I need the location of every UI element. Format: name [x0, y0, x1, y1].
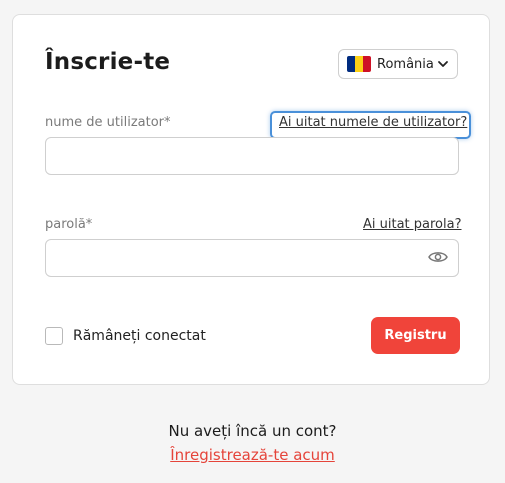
romania-flag-icon [347, 56, 371, 72]
password-input[interactable] [45, 239, 459, 277]
chevron-down-icon [438, 61, 448, 67]
login-card: Înscrie-te România nume de utilizator* A… [12, 14, 490, 385]
username-label: nume de utilizator* [45, 115, 171, 130]
language-select-value: România [377, 56, 434, 72]
language-select[interactable]: România [338, 49, 458, 79]
page-title: Înscrie-te [45, 49, 171, 75]
register-now-link[interactable]: Înregistrează-te acum [0, 446, 505, 464]
forgot-username-link[interactable]: Ai uitat numele de utilizator? [279, 115, 467, 130]
forgot-password-link[interactable]: Ai uitat parola? [363, 217, 462, 232]
no-account-text: Nu aveți încă un cont? [168, 422, 337, 440]
register-button[interactable]: Registru [371, 317, 460, 354]
username-input[interactable] [45, 137, 459, 175]
password-label: parolă* [45, 217, 93, 232]
remember-me-label: Rămâneți conectat [73, 328, 206, 344]
eye-icon[interactable] [428, 250, 448, 264]
remember-me-checkbox[interactable] [45, 327, 63, 345]
